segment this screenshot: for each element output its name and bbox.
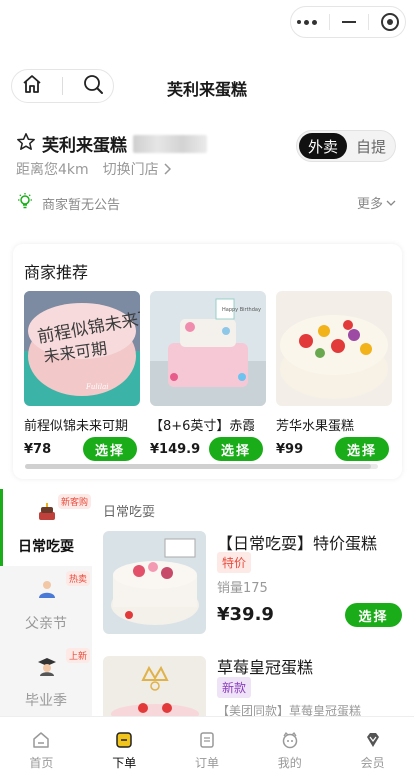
product-name[interactable]: 草莓皇冠蛋糕 (217, 654, 313, 678)
minimize-icon[interactable] (342, 21, 356, 23)
category-heading: 日常吃耍 (103, 505, 156, 520)
cake-image: 前程似锦未来可期 未来可期 Fulilai (24, 291, 140, 406)
home-icon (33, 732, 50, 748)
close-miniprogram-icon[interactable] (381, 13, 399, 31)
miniprogram-capsule (290, 6, 406, 38)
recommend-item[interactable]: 芳华水果蛋糕 ¥99 选择 (276, 291, 392, 461)
product-image[interactable] (103, 531, 206, 634)
chevron-right-icon (164, 163, 171, 175)
notice-bar: 商家暂无公告 (16, 192, 120, 214)
sidebar-item-fathers-day[interactable]: 热卖 父亲节 (0, 566, 92, 643)
recommend-item[interactable]: Happy Birthday 【8+6英寸】赤霞珠 ¥149.9 选择 (150, 291, 266, 461)
cake-image: Happy Birthday (150, 291, 266, 406)
more-menu-icon[interactable] (297, 19, 317, 25)
cake-icon (39, 503, 55, 520)
badge: 上新 (66, 648, 91, 663)
chevron-down-icon (386, 200, 396, 206)
select-button[interactable]: 选择 (335, 437, 389, 461)
category-sidebar: 新客购 日常吃耍 热卖 父亲节 上新 毕业季 (0, 489, 92, 716)
order-icon (116, 732, 132, 748)
profile-icon (282, 731, 298, 749)
recommend-item-price: ¥149.9 (150, 442, 201, 457)
tab-bar: 首页 下单 订单 我的 会员 (0, 716, 414, 780)
member-diamond-icon (366, 733, 379, 747)
blurred-branch-name (133, 134, 207, 153)
store-header: 芙利来蛋糕 (16, 131, 207, 156)
select-button[interactable]: 选择 (83, 437, 137, 461)
recommend-title: 商家推荐 (24, 263, 89, 282)
sales-count: 销量175 (217, 581, 268, 596)
badge: 热卖 (66, 571, 91, 586)
mode-delivery[interactable]: 外卖 (299, 133, 347, 159)
recommend-scrollbar[interactable] (25, 464, 378, 469)
recommend-item-price: ¥99 (276, 442, 304, 457)
select-button[interactable]: 选择 (209, 437, 263, 461)
recommend-item-price: ¥78 (24, 442, 52, 457)
recommend-card: 商家推荐 前程似锦未来可期 未来可期 Fulilai 前程似锦未来可期 ¥78 … (13, 244, 402, 479)
page-title: 芙利来蛋糕 (166, 80, 247, 99)
favorite-star-icon[interactable] (16, 132, 36, 156)
tag-new: 新款 (217, 677, 252, 698)
store-name: 芙利来蛋糕 (42, 136, 127, 156)
cake-image (276, 291, 392, 406)
store-distance: 距离您4km (16, 162, 89, 178)
product-image[interactable] (103, 656, 206, 716)
recommend-item-name: 芳华水果蛋糕 (276, 419, 355, 434)
more-link[interactable]: 更多 (357, 193, 396, 212)
tag-special: 特价 (217, 552, 252, 573)
svg-text:Fulilai: Fulilai (85, 383, 109, 391)
tab-order-now[interactable]: 下单 (83, 717, 166, 780)
badge: 新客购 (58, 494, 92, 509)
notice-text: 商家暂无公告 (42, 197, 121, 213)
sidebar-item-label: 父亲节 (25, 616, 67, 632)
tab-orders[interactable]: 订单 (166, 717, 249, 780)
recommend-item[interactable]: 前程似锦未来可期 未来可期 Fulilai 前程似锦未来可期 ¥78 选择 (24, 291, 140, 461)
recommend-item-name: 前程似锦未来可期 (24, 419, 128, 434)
mode-pickup[interactable]: 自提 (347, 136, 395, 157)
recommend-item-name: 【8+6英寸】赤霞珠 (150, 419, 254, 434)
orders-list-icon (200, 732, 214, 748)
lightbulb-icon (16, 192, 34, 214)
father-icon (39, 581, 55, 598)
sidebar-item-label: 毕业季 (25, 693, 67, 709)
tab-profile[interactable]: 我的 (248, 717, 331, 780)
switch-store-link[interactable]: 切换门店 (103, 159, 171, 179)
sidebar-item-label: 日常吃耍 (18, 539, 74, 555)
svg-text:Happy Birthday: Happy Birthday (222, 307, 261, 313)
delivery-mode-toggle[interactable]: 外卖 自提 (296, 130, 396, 162)
product-name[interactable]: 【日常吃耍】特价蛋糕 (217, 530, 377, 554)
product-price: ¥39.9 (217, 604, 274, 625)
tab-home[interactable]: 首页 (0, 717, 83, 780)
graduation-icon (38, 658, 56, 676)
tab-member[interactable]: 会员 (331, 717, 414, 780)
sidebar-item-daily[interactable]: 新客购 日常吃耍 (0, 489, 92, 566)
sidebar-item-graduation[interactable]: 上新 毕业季 (0, 643, 92, 720)
select-button[interactable]: 选择 (345, 603, 402, 627)
